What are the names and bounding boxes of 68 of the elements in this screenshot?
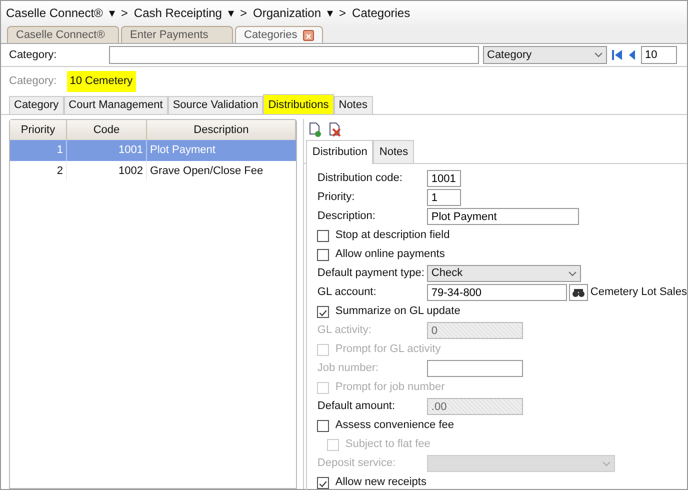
tab[interactable]: Distribution: [306, 140, 374, 164]
first-record-icon[interactable]: [611, 49, 623, 61]
field-label: Deposit service:: [317, 456, 397, 472]
breadcrumb-separator: >: [120, 5, 128, 22]
search-field[interactable]: [109, 46, 479, 64]
chevron-down-icon[interactable]: [594, 52, 603, 58]
checkbox[interactable]: [317, 306, 330, 318]
binoculars-icon[interactable]: [572, 288, 586, 298]
caret-icon[interactable]: ▾: [327, 4, 334, 22]
checkbox-label: Summarize on GL update: [335, 304, 460, 320]
column-header[interactable]: Priority: [10, 120, 67, 140]
lookup-button[interactable]: [569, 284, 588, 301]
document-tab[interactable]: Categories: [235, 26, 324, 43]
breadcrumb-link[interactable]: Categories: [352, 4, 410, 22]
delete-document-icon[interactable]: [328, 122, 342, 136]
checkbox-label: Stop at description field: [335, 228, 450, 244]
breadcrumb-link[interactable]: Caselle Connect®: [6, 4, 103, 22]
tab[interactable]: Source Validation: [168, 96, 264, 114]
record-field[interactable]: 10: [641, 46, 677, 64]
checkbox-label: Prompt for GL activity: [335, 342, 441, 358]
current-category: 10 Cemetery: [66, 71, 136, 92]
document-tab[interactable]: Enter Payments: [121, 26, 233, 43]
field-label: GL account:: [317, 285, 378, 300]
breadcrumb-link[interactable]: Organization: [252, 4, 322, 22]
checkbox[interactable]: [317, 248, 330, 260]
checkbox-label: Allow online payments: [335, 247, 445, 262]
breadcrumb-link[interactable]: Cash Receipting: [134, 4, 222, 22]
field-label: Category:: [9, 74, 57, 89]
column-header[interactable]: Description: [147, 120, 296, 140]
column-header[interactable]: Code: [67, 120, 147, 140]
tab[interactable]: Court Management: [64, 96, 168, 114]
previous-record-icon[interactable]: [627, 49, 637, 61]
checkbox[interactable]: [317, 420, 330, 432]
tab[interactable]: Notes: [373, 140, 414, 163]
tab[interactable]: Distributions: [263, 94, 334, 114]
field-label: GL activity:: [317, 323, 372, 338]
checkbox-label: Assess convenience fee: [335, 418, 454, 434]
text-field[interactable]: 1001: [427, 170, 462, 187]
field-label: Default amount:: [317, 399, 396, 414]
field-label: Default payment type:: [317, 266, 426, 282]
caret-icon[interactable]: ▾: [228, 4, 234, 22]
text-field[interactable]: 79-34-800: [427, 284, 568, 301]
text-field[interactable]: Plot Payment: [427, 208, 580, 225]
tab[interactable]: Notes: [334, 96, 372, 114]
close-icon[interactable]: [303, 30, 314, 40]
account-name: Cemetery Lot Sales: [590, 285, 687, 300]
field-label: Priority:: [317, 190, 356, 206]
text-field[interactable]: .00: [427, 398, 524, 415]
field-label: Job number:: [317, 361, 380, 376]
new-document-icon[interactable]: [308, 122, 322, 136]
checkbox-label: Prompt for job number: [335, 380, 445, 396]
field-label: Category:: [9, 48, 58, 63]
field-label: Description:: [317, 209, 376, 224]
document-tab[interactable]: Caselle Connect®: [7, 26, 119, 43]
chevron-down-icon[interactable]: [568, 270, 578, 276]
tab[interactable]: Category: [9, 96, 64, 114]
checkbox[interactable]: [317, 476, 330, 488]
dropdown[interactable]: Check: [427, 265, 582, 282]
caret-icon[interactable]: ▾: [108, 4, 115, 22]
table-row[interactable]: 2 1002 Grave Open/Close Fee: [10, 160, 296, 181]
checkbox-label: Allow new receipts: [335, 475, 426, 490]
breadcrumb-separator: >: [240, 5, 247, 22]
checkbox-label: Subject to flat fee: [345, 437, 430, 452]
checkbox[interactable]: [317, 230, 330, 242]
breadcrumb-separator: >: [339, 5, 346, 22]
field-label: Distribution code:: [317, 171, 404, 186]
text-field[interactable]: 1: [427, 189, 462, 206]
category-select[interactable]: Category: [483, 46, 607, 64]
